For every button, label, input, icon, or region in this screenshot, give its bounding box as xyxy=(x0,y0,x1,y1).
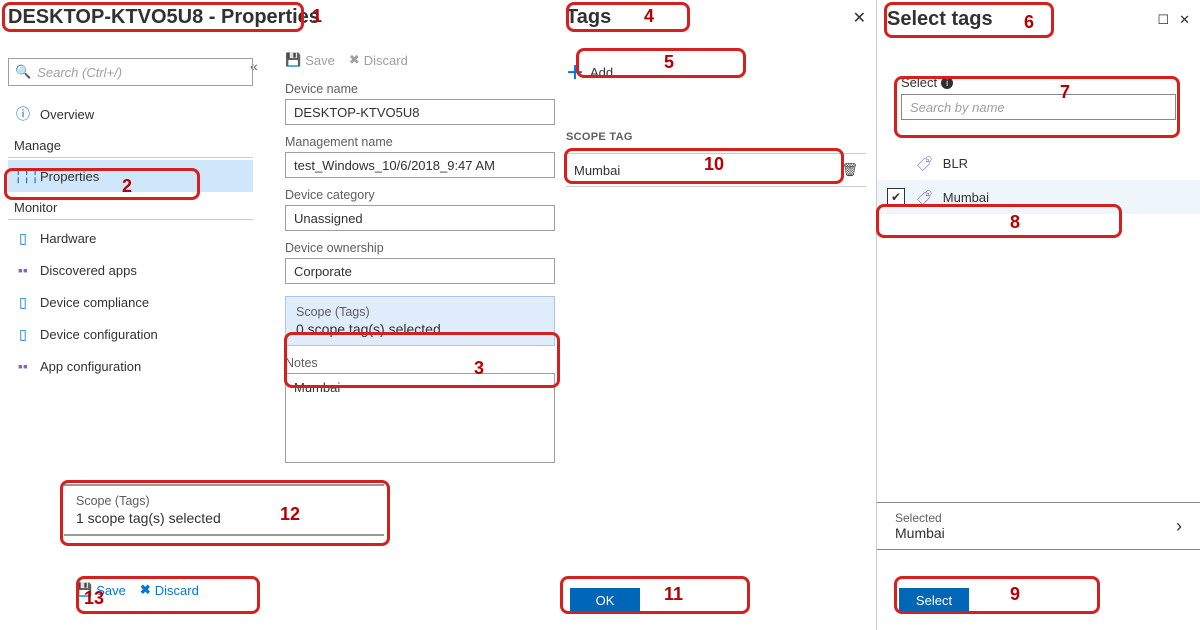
selected-value: Mumbai xyxy=(895,525,945,541)
divider xyxy=(8,219,253,220)
annotation-num-6: 6 xyxy=(1024,12,1034,33)
selected-tags-summary[interactable]: Selected Mumbai › xyxy=(877,502,1200,550)
annotation-num-9: 9 xyxy=(1010,584,1020,605)
annotation-num-4: 4 xyxy=(644,6,654,27)
sidebar-item-hardware[interactable]: ▯ Hardware xyxy=(8,222,253,254)
annotation-box-7 xyxy=(894,76,1180,138)
close-icon[interactable]: ✕ xyxy=(853,8,866,28)
annotation-box-8 xyxy=(876,204,1122,238)
annotation-num-11: 11 xyxy=(664,584,683,605)
annotation-num-2: 2 xyxy=(122,176,132,197)
close-icon[interactable]: ✕ xyxy=(1179,12,1190,28)
field-label-device-name: Device name xyxy=(285,82,555,96)
sidebar-item-label: Device configuration xyxy=(40,327,158,342)
selected-label: Selected xyxy=(895,511,945,525)
sidebar-item-label: Device compliance xyxy=(40,295,149,310)
search-icon: 🔍 xyxy=(15,64,31,80)
ownership-input[interactable]: Corporate xyxy=(285,258,555,284)
scope-tag-section-label: SCOPE TAG xyxy=(566,131,866,143)
chevron-right-icon: › xyxy=(1176,516,1182,537)
sidebar-item-label: App configuration xyxy=(40,359,141,374)
apps-icon: ▪▪ xyxy=(14,262,32,278)
tag-option-label: BLR xyxy=(943,156,968,171)
save-label: Save xyxy=(305,53,335,68)
form-toolbar: 💾 Save ✖ Discard xyxy=(285,52,555,68)
hardware-icon: ▯ xyxy=(14,230,32,247)
sidebar-item-app-configuration[interactable]: ▪▪ App configuration xyxy=(8,350,253,382)
form-column: 💾 Save ✖ Discard Device name DESKTOP-KTVO5… xyxy=(285,52,555,463)
annotation-num-12: 12 xyxy=(280,504,300,525)
annotation-box-1 xyxy=(2,2,304,32)
annotation-num-8: 8 xyxy=(1010,212,1020,233)
annotation-num-5: 5 xyxy=(664,52,674,73)
annotation-box-2 xyxy=(4,168,200,200)
discard-label: Discard xyxy=(364,53,408,68)
sidebar-item-discovered-apps[interactable]: ▪▪ Discovered apps xyxy=(8,254,253,286)
discard-icon: ✖ xyxy=(349,52,360,68)
device-config-icon: ▯ xyxy=(14,326,32,343)
device-name-input[interactable]: DESKTOP-KTVO5U8 xyxy=(285,99,555,125)
scope-label: Scope (Tags) xyxy=(296,305,544,319)
sidebar-item-device-compliance[interactable]: ▯ Device compliance xyxy=(8,286,253,318)
sidebar-section-manage: Manage xyxy=(8,130,253,157)
discard-button-disabled[interactable]: ✖ Discard xyxy=(349,52,408,68)
sidebar-item-label: Hardware xyxy=(40,231,96,246)
annotation-box-12 xyxy=(60,480,390,546)
divider xyxy=(8,157,253,158)
app-config-icon: ▪▪ xyxy=(14,358,32,374)
sidebar-item-overview[interactable]: ⓘ Overview xyxy=(8,98,253,130)
annotation-num-10: 10 xyxy=(704,154,724,175)
save-icon: 💾 xyxy=(285,52,301,68)
annotation-num-7: 7 xyxy=(1060,82,1070,103)
sidebar-item-label: Overview xyxy=(40,107,94,122)
annotation-box-5 xyxy=(576,48,746,78)
annotation-num-3: 3 xyxy=(474,358,484,379)
annotation-num-1: 1 xyxy=(312,6,322,27)
info-icon: ⓘ xyxy=(14,104,32,124)
annotation-box-11 xyxy=(560,576,750,614)
field-label-category: Device category xyxy=(285,188,555,202)
mgmt-name-input[interactable]: test_Windows_10/6/2018_9:47 AM xyxy=(285,152,555,178)
checkbox-icon[interactable] xyxy=(887,154,905,172)
tag-option-label: Mumbai xyxy=(943,190,989,205)
sidebar-item-label: Discovered apps xyxy=(40,263,137,278)
annotation-box-9 xyxy=(894,576,1100,614)
save-button-disabled[interactable]: 💾 Save xyxy=(285,52,335,68)
annotation-box-4 xyxy=(566,2,690,32)
field-label-ownership: Device ownership xyxy=(285,241,555,255)
search-input[interactable]: 🔍 Search (Ctrl+/) xyxy=(8,58,253,86)
search-placeholder: Search (Ctrl+/) xyxy=(37,65,122,80)
tag-icon: 🏷 xyxy=(915,154,932,172)
annotation-num-13: 13 xyxy=(84,588,104,609)
field-label-mgmt-name: Management name xyxy=(285,135,555,149)
compliance-icon: ▯ xyxy=(14,294,32,311)
category-input[interactable]: Unassigned xyxy=(285,205,555,231)
sidebar: 🔍 Search (Ctrl+/) ⓘ Overview Manage ╎╎╎ … xyxy=(8,58,253,382)
sidebar-item-device-configuration[interactable]: ▯ Device configuration xyxy=(8,318,253,350)
annotation-box-3 xyxy=(284,332,560,388)
maximize-icon[interactable]: ☐ xyxy=(1157,12,1169,28)
tag-option-blr[interactable]: 🏷 BLR xyxy=(877,146,1200,180)
